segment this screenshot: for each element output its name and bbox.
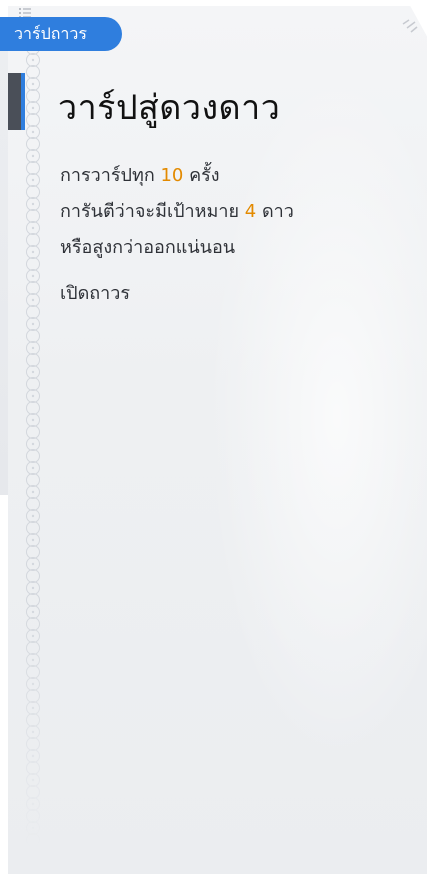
- description-line-2-suffix: ดาว: [256, 201, 294, 222]
- star-rarity-number: 4: [244, 201, 257, 222]
- warp-banner-screen: วาร์ปถาวร วาร์ปสู่ดวงดาว การวาร์ปทุก 10 …: [0, 0, 427, 874]
- list-marks-icon: [18, 4, 32, 18]
- banner-duration-status: เปิดถาวร: [60, 283, 131, 304]
- title-accent-stripe: [21, 73, 25, 130]
- banner-title: วาร์ปสู่ดวงดาว: [58, 88, 281, 128]
- banner-description: การวาร์ปทุก 10 ครั้ง การันตีว่าจะมีเป้าห…: [60, 158, 400, 266]
- description-line-1-text: การวาร์ปทุก: [60, 165, 161, 186]
- description-line-2: การันตีว่าจะมีเป้าหมาย 4 ดาว: [60, 194, 400, 230]
- title-accent-bar: [8, 73, 25, 130]
- ornament-pattern-strip: [26, 48, 40, 848]
- warp-count-number: 10: [160, 165, 184, 186]
- banner-tab-label[interactable]: วาร์ปถาวร: [0, 17, 122, 51]
- corner-decoration-icon: [401, 18, 419, 36]
- description-line-1-suffix: ครั้ง: [183, 165, 220, 186]
- description-line-3: หรือสูงกว่าออกแน่นอน: [60, 237, 236, 258]
- banner-panel: [8, 6, 427, 874]
- description-line-2-text: การันตีว่าจะมีเป้าหมาย: [60, 201, 245, 222]
- description-line-1: การวาร์ปทุก 10 ครั้ง: [60, 158, 400, 194]
